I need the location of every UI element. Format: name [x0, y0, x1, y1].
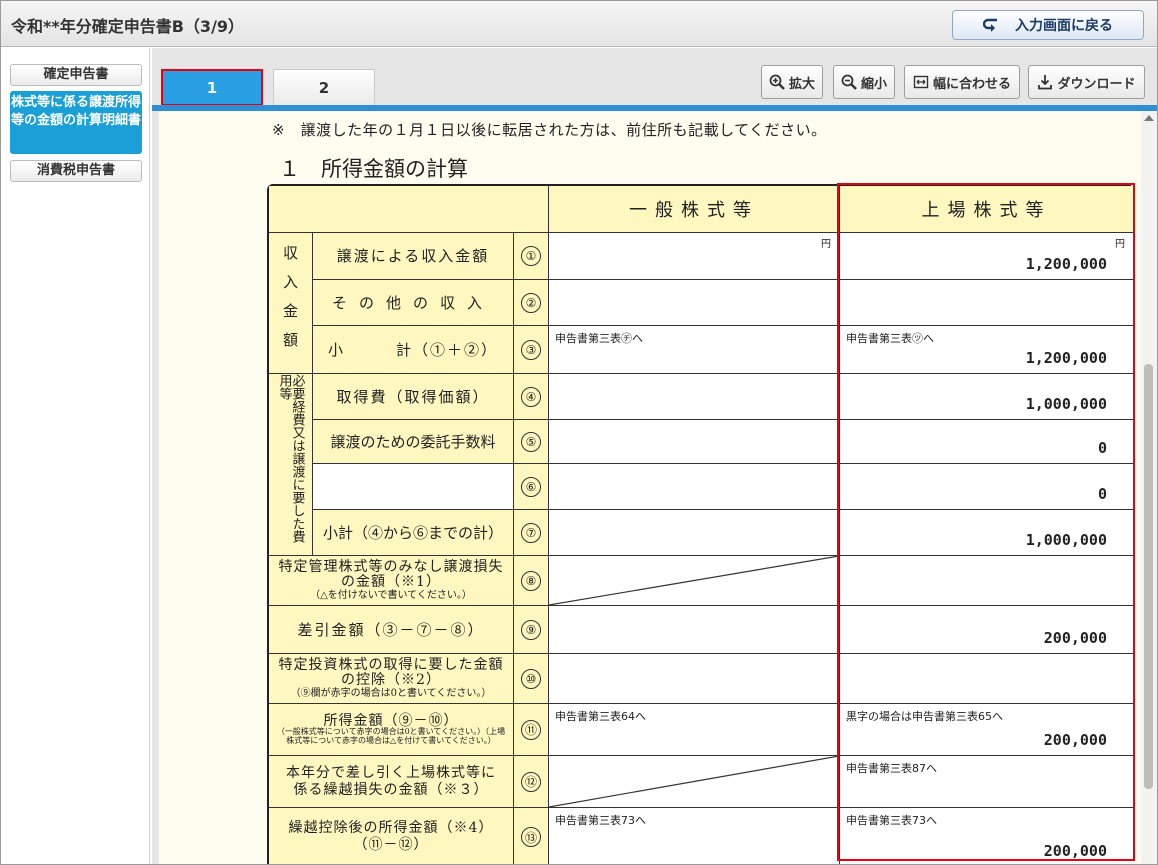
row-13-label: 繰越控除後の所得金額（※4）（⑪－⑫）	[269, 808, 514, 864]
group-income-text: 収入金額	[281, 245, 299, 361]
row-8-listed-value	[840, 556, 1133, 606]
zoom-out-icon	[841, 74, 857, 90]
income-calculation-form: 一般株式等 上場株式等 収入金額 必要経費又は譲渡に要した費用等 譲渡による収入…	[267, 184, 1133, 864]
download-label: ダウンロード	[1057, 76, 1136, 92]
row-7-label: 小計（④から⑥までの計）	[313, 510, 514, 556]
row-11-general-value: 申告書第三表64へ	[549, 704, 840, 756]
row-13-general-value: 申告書第三表73へ	[549, 808, 840, 864]
row-13-listed-value: 申告書第三表73へ 200,000	[840, 808, 1133, 864]
row-10-listed-value	[840, 654, 1133, 704]
return-arrow-icon	[983, 18, 997, 32]
row-4-number: ④	[514, 374, 549, 420]
fit-width-icon	[913, 75, 929, 89]
row-9-general-value	[549, 606, 840, 654]
row-10-general-value	[549, 654, 840, 704]
vertical-scrollbar[interactable]	[1141, 111, 1157, 864]
row-10-label: 特定投資株式の取得に要した金額の控除（※2） （⑨欄が赤字の場合は0と書いてくだ…	[269, 654, 514, 704]
row-2-label: その他の収入	[313, 280, 514, 326]
title-bar: 令和**年分確定申告書B（3/9） 入力画面に戻る	[1, 1, 1157, 47]
header-listed-stocks: 上場株式等	[840, 186, 1133, 233]
diagonal-strike	[549, 756, 839, 807]
row-7-general-value	[549, 510, 840, 556]
diagonal-strike	[549, 556, 839, 605]
row-6-number: ⑥	[514, 464, 549, 510]
row-8-number: ⑧	[514, 556, 549, 606]
document-viewer[interactable]: ※ 譲渡した年の１月１日以後に転居された方は、前住所も記載してください。 １ 所…	[159, 111, 1141, 864]
relocation-note: ※ 譲渡した年の１月１日以後に転居された方は、前住所も記載してください。	[272, 121, 827, 139]
row-3-label: 小 計（①＋②）	[313, 326, 514, 374]
sidebar: 確定申告書 株式等に係る譲渡所得等の金額の計算明細書 消費税申告書	[1, 48, 150, 864]
row-8-label: 特定管理株式等のみなし譲渡損失の金額（※1） （△を付けないで書いてください。）	[269, 556, 514, 606]
row-2-number: ②	[514, 280, 549, 326]
row-4-label: 取得費（取得価額）	[313, 374, 514, 420]
scroll-up-arrow-icon[interactable]	[1144, 115, 1154, 121]
fit-width-label: 幅に合わせる	[932, 76, 1011, 92]
row-6-label-blank	[313, 464, 514, 510]
back-to-input-button[interactable]: 入力画面に戻る	[952, 10, 1144, 40]
tab-page-1[interactable]: 1	[161, 69, 263, 106]
row-1-general-value: 円	[549, 233, 840, 280]
row-11-listed-value: 黒字の場合は申告書第三表65へ 200,000	[840, 704, 1133, 756]
scroll-thumb[interactable]	[1144, 364, 1153, 789]
row-9-label: 差引金額（③－⑦－⑧）	[269, 606, 514, 654]
row-2-listed-value	[840, 280, 1133, 326]
main-area: 1 2 拡大 縮小 幅に合わせる ダウンロード ※ 譲渡した年の１月１日以後に転…	[152, 48, 1157, 864]
header-blank-cell	[269, 186, 549, 233]
row-11-number: ⑪	[514, 704, 549, 756]
row-3-number: ③	[514, 326, 549, 374]
window-title: 令和**年分確定申告書B（3/9）	[11, 17, 245, 36]
sidebar-item-stock-transfer-statement[interactable]: 株式等に係る譲渡所得等の金額の計算明細書	[10, 91, 142, 154]
sidebar-item-consumption-tax[interactable]: 消費税申告書	[10, 160, 142, 182]
row-1-label: 譲渡による収入金額	[313, 233, 514, 280]
zoom-out-button[interactable]: 縮小	[833, 65, 895, 99]
row-12-number: ⑫	[514, 756, 549, 808]
sidebar-item-final-return[interactable]: 確定申告書	[10, 64, 142, 86]
group-income-label: 収入金額	[269, 233, 313, 374]
row-6-listed-value: 0	[840, 464, 1133, 510]
row-2-general-value	[549, 280, 840, 326]
row-5-number: ⑤	[514, 420, 549, 464]
group-expense-text: 必要経費又は譲渡に要した費用等	[276, 374, 305, 543]
zoom-in-label: 拡大	[788, 76, 815, 92]
row-13-number: ⑬	[514, 808, 549, 864]
row-1-listed-value: 円 1,200,000	[840, 233, 1133, 280]
zoom-in-button[interactable]: 拡大	[761, 65, 823, 99]
row-5-label: 譲渡のための委託手数料	[313, 420, 514, 464]
row-7-number: ⑦	[514, 510, 549, 556]
row-4-general-value	[549, 374, 840, 420]
row-3-listed-value: 申告書第三表㋡へ 1,200,000	[840, 326, 1133, 374]
row-1-number: ①	[514, 233, 549, 280]
row-12-general-value-crossed	[549, 756, 840, 808]
zoom-out-label: 縮小	[860, 76, 887, 92]
row-12-label: 本年分で差し引く上場株式等に係る繰越損失の金額（※３）	[269, 756, 514, 808]
row-10-number: ⑩	[514, 654, 549, 704]
download-icon	[1038, 75, 1053, 90]
row-9-listed-value: 200,000	[840, 606, 1133, 654]
row-7-listed-value: 1,000,000	[840, 510, 1133, 556]
row-11-label: 所得金額（⑨－⑩） （一般株式等について赤字の場合は0と書いてください。）（上場…	[269, 704, 514, 756]
section-title: １ 所得金額の計算	[279, 157, 468, 181]
row-9-number: ⑨	[514, 606, 549, 654]
zoom-in-icon	[769, 74, 785, 90]
back-button-label: 入力画面に戻る	[1015, 18, 1113, 34]
row-8-general-value-crossed	[549, 556, 840, 606]
row-3-general-value: 申告書第三表㋠へ	[549, 326, 840, 374]
download-button[interactable]: ダウンロード	[1028, 65, 1145, 99]
header-general-stocks: 一般株式等	[549, 186, 840, 233]
row-4-listed-value: 1,000,000	[840, 374, 1133, 420]
row-5-general-value	[549, 420, 840, 464]
tab-page-2[interactable]: 2	[273, 69, 375, 106]
row-6-general-value	[549, 464, 840, 510]
fit-width-button[interactable]: 幅に合わせる	[904, 65, 1020, 99]
row-5-listed-value: 0	[840, 420, 1133, 464]
group-expense-label: 必要経費又は譲渡に要した費用等	[269, 374, 313, 556]
row-12-listed-value: 申告書第三表87へ	[840, 756, 1133, 808]
